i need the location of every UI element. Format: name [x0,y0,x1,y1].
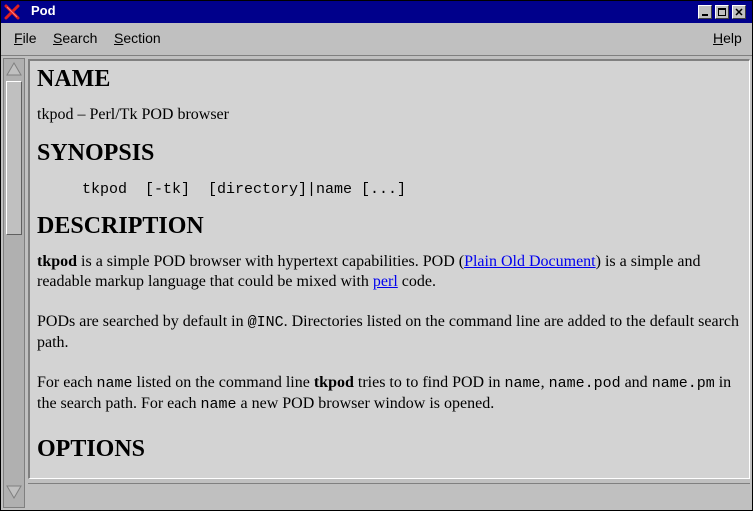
link-plain-old-document[interactable]: Plain Old Document [464,253,596,270]
status-bar [28,483,750,507]
minimize-button[interactable] [698,5,712,19]
scroll-down-arrow-icon[interactable] [6,484,22,505]
link-perl[interactable]: perl [373,273,398,290]
maximize-icon [718,8,726,16]
x-icon[interactable] [4,4,20,20]
menu-section[interactable]: Section [114,30,161,46]
synopsis-text: tkpod [-tk] [directory]|name [...] [82,181,407,198]
heading-options: OPTIONS [37,436,146,462]
menu-bar: File Search Section Help [1,23,752,56]
close-button[interactable] [732,5,746,19]
menu-file[interactable]: File [14,30,37,46]
scrollbar-thumb[interactable] [6,81,22,235]
title-bar[interactable]: Pod [1,1,752,23]
menu-search[interactable]: Search [53,30,97,46]
heading-synopsis: SYNOPSIS [37,140,155,166]
pod-window: Pod File Search Section Help NAME tkpod … [0,0,753,511]
name-text: tkpod – Perl/Tk POD browser [37,106,229,123]
pod-content-pane[interactable]: NAME tkpod – Perl/Tk POD browser SYNOPSI… [28,59,750,479]
close-icon [735,8,743,16]
window-title: Pod [31,3,56,18]
heading-name: NAME [37,66,111,92]
heading-description: DESCRIPTION [37,213,204,239]
menu-help[interactable]: Help [713,30,742,46]
description-paragraph-3: For each name listed on the command line… [37,374,732,413]
pod-document: NAME tkpod – Perl/Tk POD browser SYNOPSI… [37,65,742,463]
minimize-icon [702,14,708,16]
maximize-button[interactable] [715,5,729,19]
scroll-up-arrow-icon[interactable] [6,61,22,82]
description-paragraph-1: tkpod is a simple POD browser with hyper… [37,253,701,290]
description-paragraph-2: PODs are searched by default in @INC. Di… [37,313,739,351]
vertical-scrollbar[interactable] [3,58,25,508]
